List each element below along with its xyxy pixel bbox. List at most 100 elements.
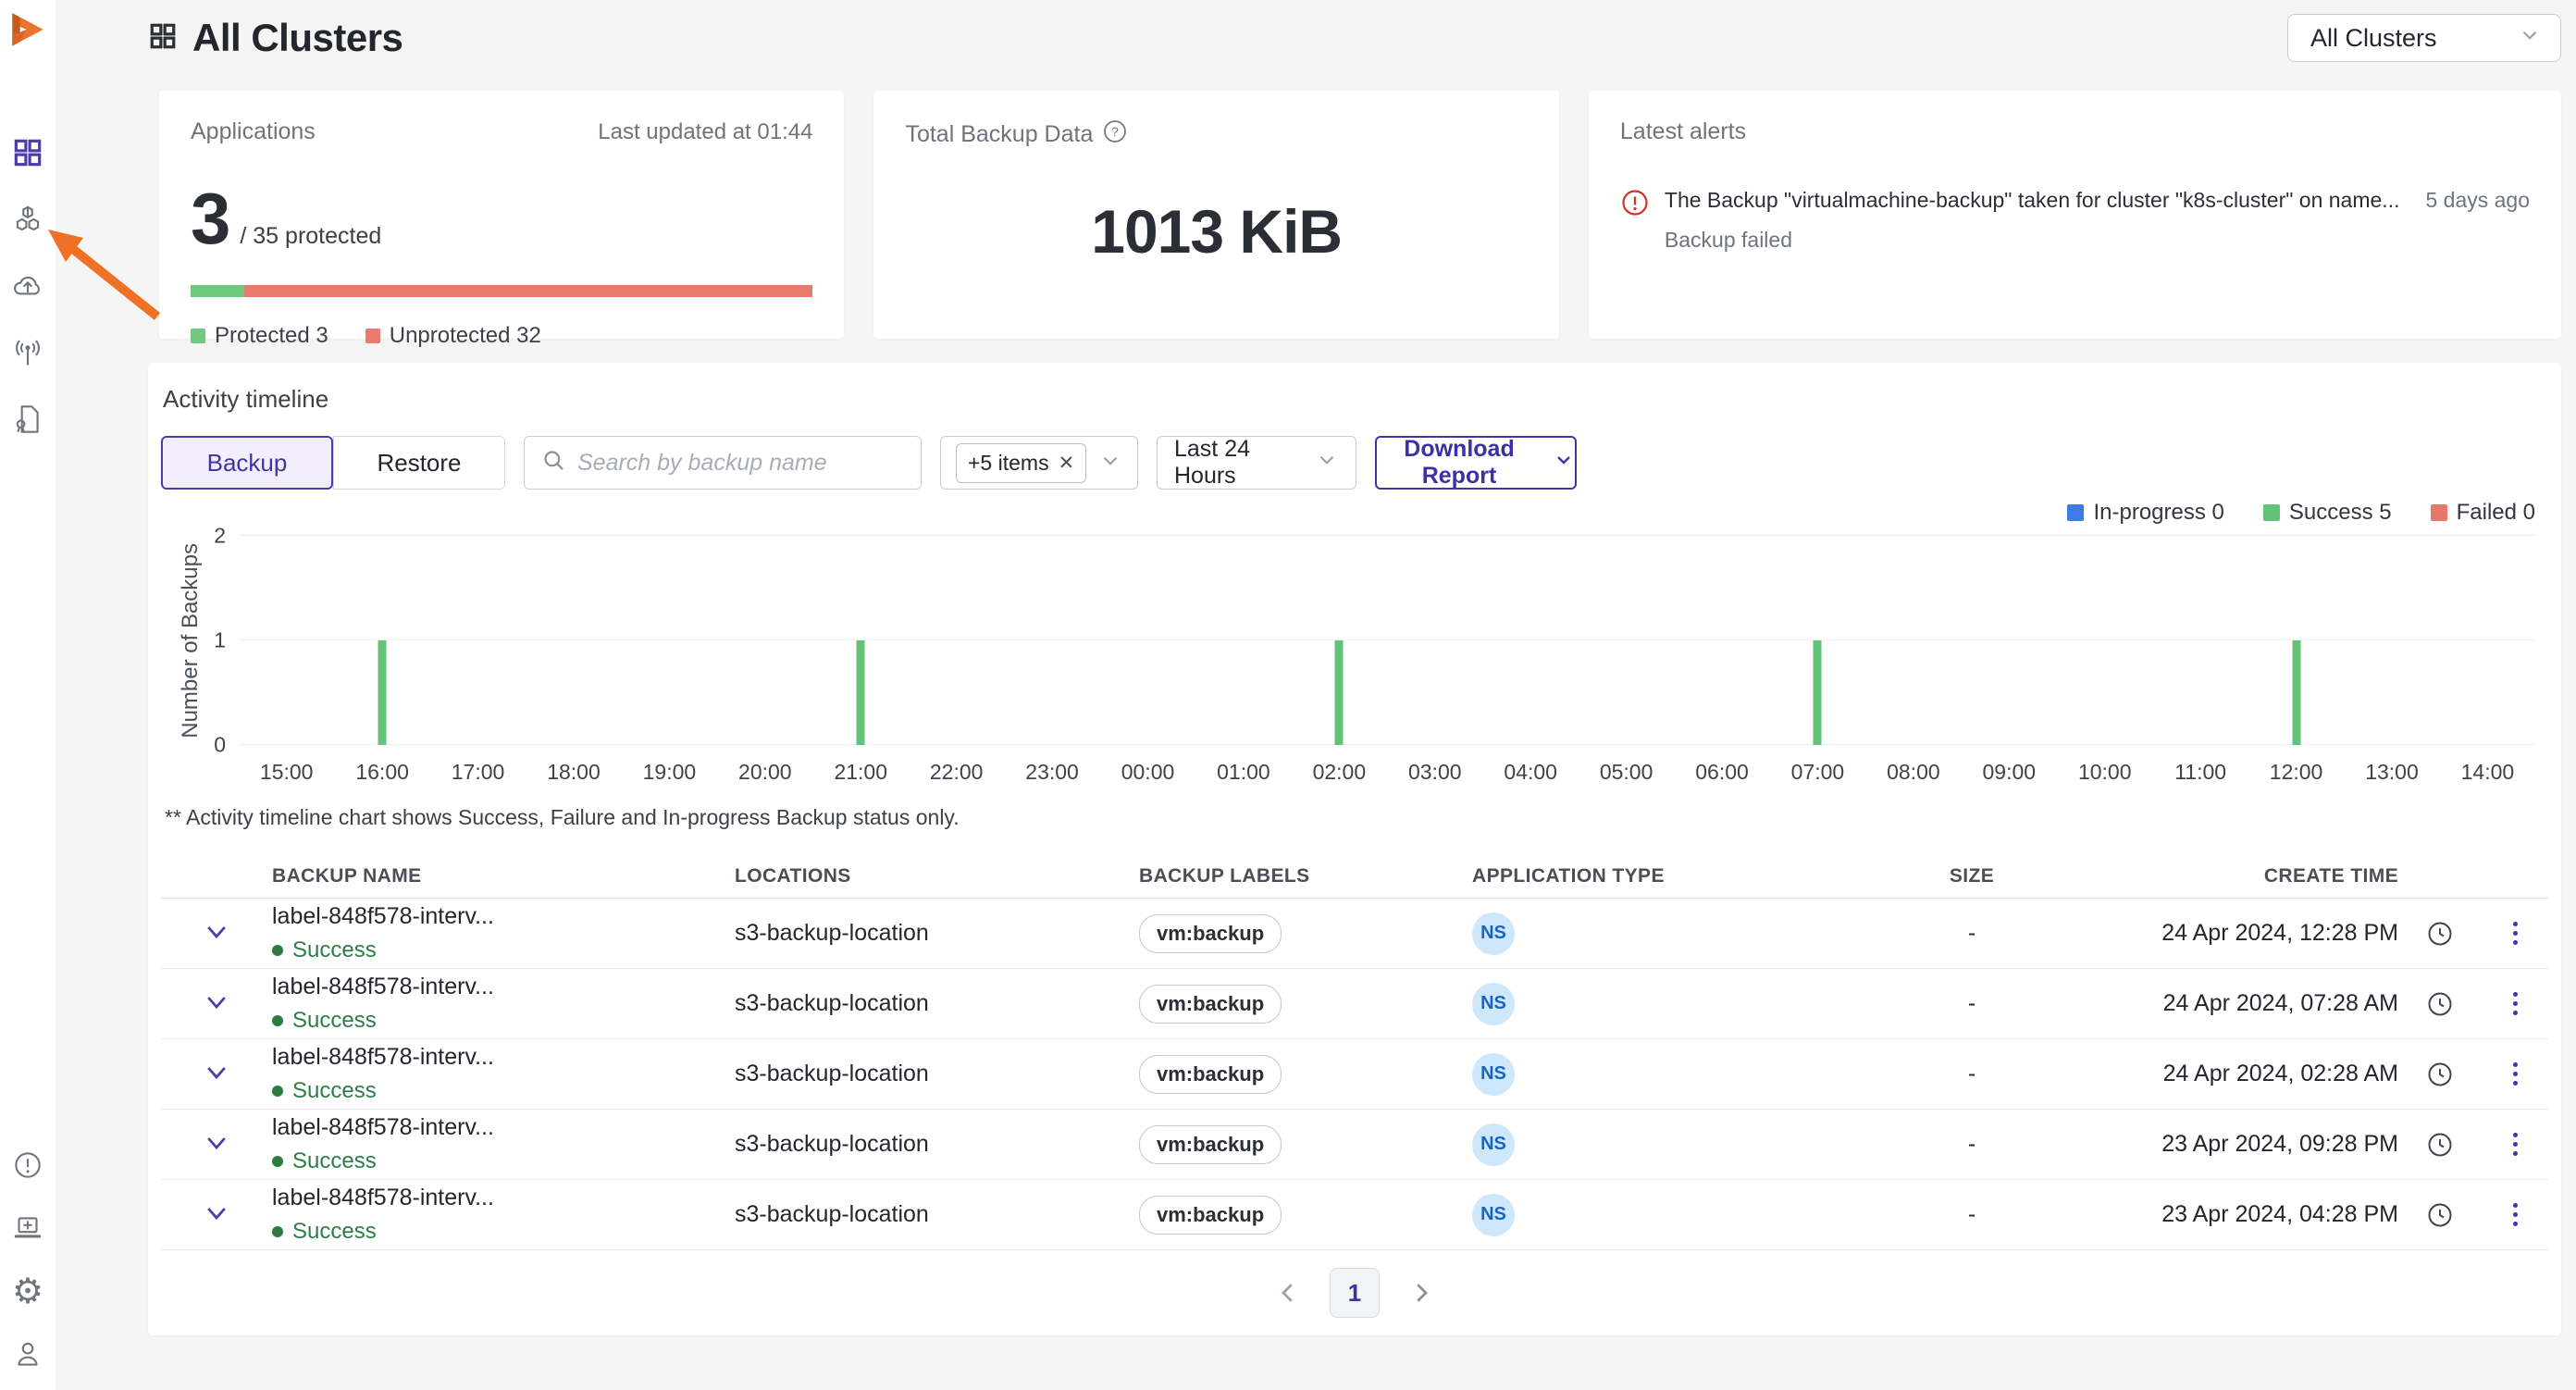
clock-icon[interactable] xyxy=(2426,920,2454,948)
dashboard-grid-icon xyxy=(10,135,45,173)
chart-bar[interactable] xyxy=(378,640,387,745)
sidebar-item-profile[interactable] xyxy=(7,1334,48,1375)
summary-cards: Applications Last updated at 01:44 3 / 3… xyxy=(159,91,2561,339)
col-create-time: CREATE TIME xyxy=(2083,865,2398,887)
backup-name: label-848f578-interv... xyxy=(272,903,735,930)
laptop-plus-icon xyxy=(10,1210,45,1248)
user-profile-icon xyxy=(10,1336,45,1374)
col-size: SIZE xyxy=(1861,865,2083,887)
create-time: 23 Apr 2024, 09:28 PM xyxy=(2083,1131,2398,1158)
latest-alerts-title: Latest alerts xyxy=(1620,118,1746,145)
status-filter-dropdown[interactable]: +5 items ✕ xyxy=(940,436,1138,490)
table-row[interactable]: label-848f578-interv... Success s3-backu… xyxy=(161,969,2548,1039)
application-type-badge: NS xyxy=(1472,1123,1515,1166)
filter-chip: +5 items ✕ xyxy=(956,443,1086,483)
backup-size: - xyxy=(1861,1061,2083,1087)
chart-bar[interactable] xyxy=(1335,640,1344,745)
kebab-menu-icon xyxy=(2513,1203,2518,1226)
chart-plot-area: 012 xyxy=(239,536,2535,745)
chevron-down-icon xyxy=(1553,449,1575,478)
row-actions-menu[interactable] xyxy=(2513,1133,2518,1156)
backup-size: - xyxy=(1861,920,2083,947)
chart-bar[interactable] xyxy=(1814,640,1822,745)
tab-backup[interactable]: Backup xyxy=(161,436,333,490)
prev-page-button[interactable] xyxy=(1274,1279,1302,1307)
row-expand-button[interactable] xyxy=(197,1053,236,1095)
clusters-cubes-icon xyxy=(10,202,45,240)
activity-timeline-card: Activity timeline BackupRestore +5 items… xyxy=(148,363,2561,1335)
alert-warning-icon xyxy=(1620,188,1650,222)
sidebar-item-dashboard[interactable] xyxy=(7,133,48,174)
kebab-menu-icon xyxy=(2513,1062,2518,1086)
table-row[interactable]: label-848f578-interv... Success s3-backu… xyxy=(161,1180,2548,1250)
tab-restore[interactable]: Restore xyxy=(333,436,505,490)
time-range-dropdown[interactable]: Last 24 Hours xyxy=(1157,436,1356,490)
row-expand-button[interactable] xyxy=(197,1123,236,1165)
backup-status: Success xyxy=(272,1148,735,1174)
download-report-label: Download Report xyxy=(1377,436,1542,490)
backup-label-chip: vm:backup xyxy=(1139,985,1282,1024)
cloud-upload-icon xyxy=(10,268,45,306)
backup-restore-toggle: BackupRestore xyxy=(161,436,505,490)
filter-chip-label: +5 items xyxy=(968,451,1049,476)
row-expand-button[interactable] xyxy=(197,912,236,954)
last-updated-text: Last updated at 01:44 xyxy=(598,119,812,145)
alert-item[interactable]: The Backup "virtualmachine-backup" taken… xyxy=(1620,188,2530,253)
backup-location: s3-backup-location xyxy=(735,920,1139,947)
help-icon[interactable]: ? xyxy=(1102,118,1128,151)
sidebar-item-clusters[interactable] xyxy=(7,200,48,241)
clusters-grid-icon xyxy=(148,21,178,56)
create-time: 24 Apr 2024, 07:28 AM xyxy=(2083,990,2398,1017)
total-backup-data-title: Total Backup Data xyxy=(905,121,1093,148)
download-report-button[interactable]: Download Report xyxy=(1375,436,1577,490)
backup-location: s3-backup-location xyxy=(735,1061,1139,1087)
clock-icon[interactable] xyxy=(2426,1201,2454,1229)
next-page-button[interactable] xyxy=(1407,1279,1435,1307)
create-time: 24 Apr 2024, 02:28 AM xyxy=(2083,1061,2398,1087)
chart-bar[interactable] xyxy=(857,640,865,745)
sidebar-item-broadcast[interactable] xyxy=(7,333,48,374)
table-row[interactable]: label-848f578-interv... Success s3-backu… xyxy=(161,899,2548,969)
remove-filter-icon[interactable]: ✕ xyxy=(1059,452,1075,475)
sidebar-item-cloud-backup[interactable] xyxy=(7,267,48,307)
unprotected-legend: Unprotected 32 xyxy=(365,323,541,349)
applications-card-title: Applications xyxy=(191,118,316,145)
table-row[interactable]: label-848f578-interv... Success s3-backu… xyxy=(161,1039,2548,1110)
sidebar-item-audit[interactable] xyxy=(7,400,48,441)
main-content: All Clusters All Clusters Applications L… xyxy=(56,0,2576,1335)
protected-legend-swatch xyxy=(191,329,205,343)
row-actions-menu[interactable] xyxy=(2513,922,2518,945)
row-actions-menu[interactable] xyxy=(2513,1062,2518,1086)
row-expand-button[interactable] xyxy=(197,983,236,1024)
row-actions-menu[interactable] xyxy=(2513,1203,2518,1226)
chart-bar[interactable] xyxy=(2292,640,2300,745)
backup-status: Success xyxy=(272,1008,735,1034)
application-type-badge: NS xyxy=(1472,1194,1515,1236)
app-logo[interactable] xyxy=(8,9,47,54)
applications-card: Applications Last updated at 01:44 3 / 3… xyxy=(159,91,844,339)
chevron-down-icon xyxy=(2518,23,2542,54)
row-expand-button[interactable] xyxy=(197,1194,236,1235)
progress-unprotected xyxy=(244,285,813,297)
clock-icon[interactable] xyxy=(2426,1131,2454,1159)
cluster-selector-dropdown[interactable]: All Clusters xyxy=(2287,14,2561,62)
page-number-button[interactable]: 1 xyxy=(1330,1268,1380,1318)
backup-name: label-848f578-interv... xyxy=(272,974,735,1000)
clock-icon[interactable] xyxy=(2426,990,2454,1018)
sidebar-item-add-node[interactable] xyxy=(7,1209,48,1249)
create-time: 24 Apr 2024, 12:28 PM xyxy=(2083,920,2398,947)
clock-icon[interactable] xyxy=(2426,1061,2454,1088)
backup-size: - xyxy=(1861,1201,2083,1228)
table-row[interactable]: label-848f578-interv... Success s3-backu… xyxy=(161,1110,2548,1180)
protected-count-suffix: / 35 protected xyxy=(240,223,381,250)
row-actions-menu[interactable] xyxy=(2513,992,2518,1015)
activity-timeline-title: Activity timeline xyxy=(161,385,2548,414)
backup-size: - xyxy=(1861,990,2083,1017)
application-type-badge: NS xyxy=(1472,983,1515,1025)
page-title: All Clusters xyxy=(192,16,402,60)
sidebar-item-alerts[interactable] xyxy=(7,1146,48,1186)
chevron-down-icon xyxy=(1315,448,1339,478)
sidebar-item-settings[interactable]: ⚙ xyxy=(7,1272,48,1312)
backup-status: Success xyxy=(272,1078,735,1104)
search-input[interactable] xyxy=(577,450,904,477)
